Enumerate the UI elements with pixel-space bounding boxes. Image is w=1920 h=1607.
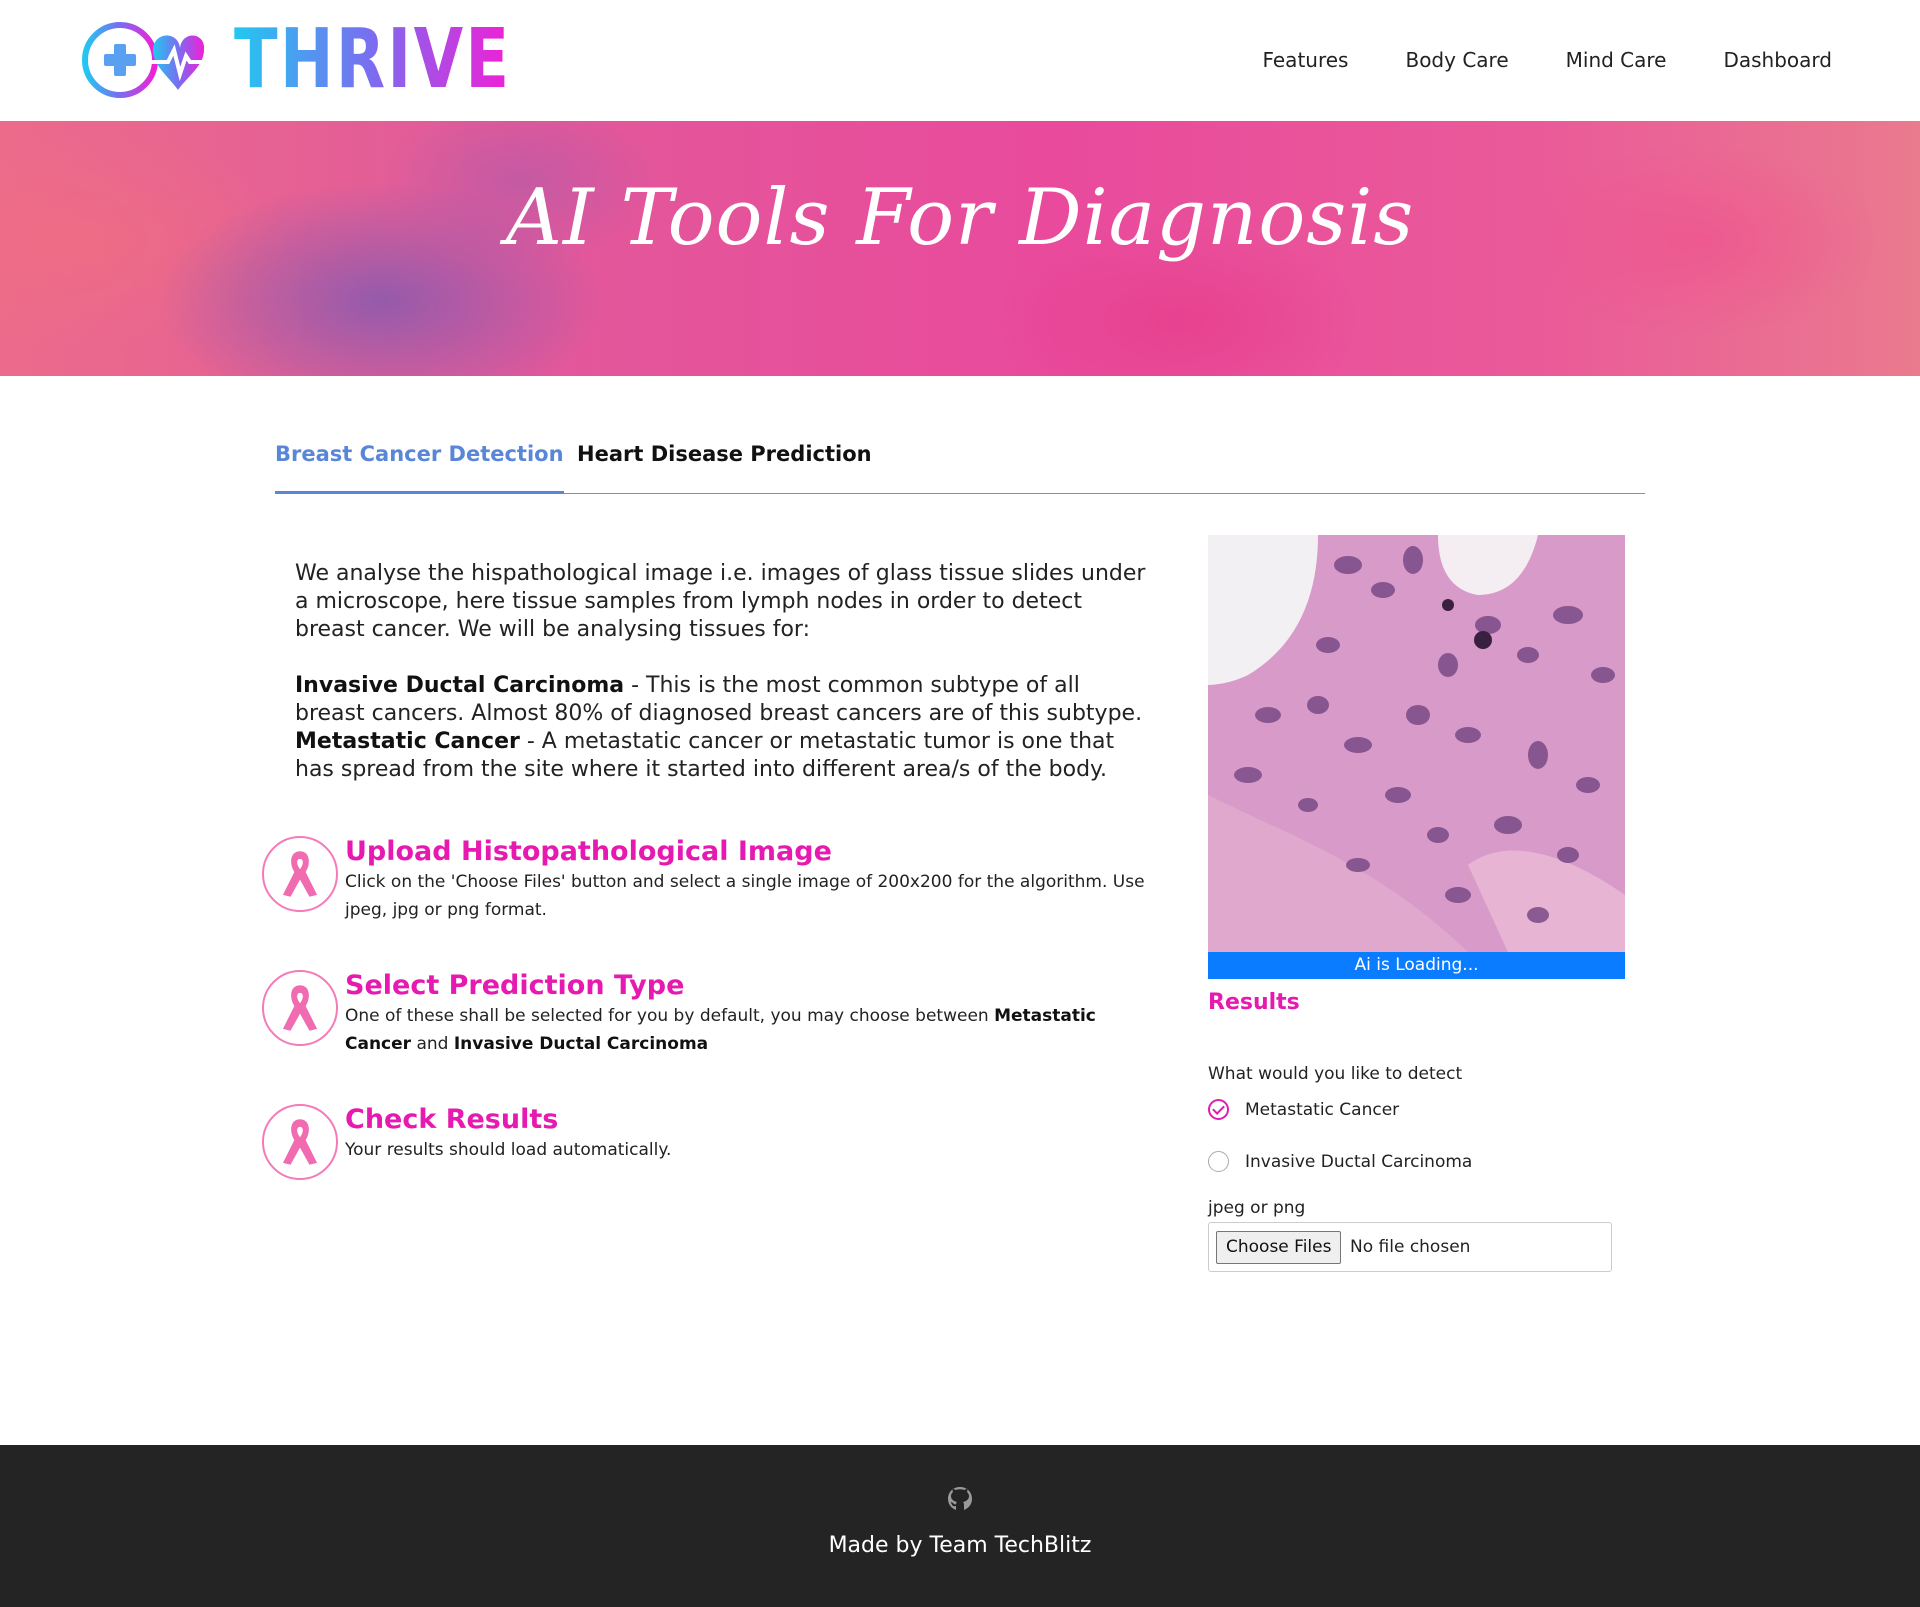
radio-option-idc[interactable]: Invasive Ductal Carcinoma bbox=[1208, 1151, 1472, 1172]
radio-label: Metastatic Cancer bbox=[1245, 1099, 1400, 1120]
brand-logo[interactable]: THRIVE bbox=[80, 12, 590, 107]
step-text: Your results should load automatically. bbox=[345, 1140, 672, 1160]
radio-label: Invasive Ductal Carcinoma bbox=[1245, 1151, 1473, 1172]
detect-question-label: What would you like to detect bbox=[1208, 1064, 1463, 1084]
nav-item-dashboard[interactable]: Dashboard bbox=[1723, 48, 1832, 72]
metastatic-term: Metastatic Cancer bbox=[295, 729, 520, 754]
radio-unchecked-icon[interactable] bbox=[1208, 1151, 1229, 1172]
file-format-hint: jpeg or png bbox=[1208, 1198, 1306, 1218]
step-text: Click on the 'Choose Files' button and s… bbox=[345, 872, 1145, 920]
nav-item-body-care[interactable]: Body Care bbox=[1405, 48, 1508, 72]
nav-item-mind-care[interactable]: Mind Care bbox=[1566, 48, 1667, 72]
idc-term: Invasive Ductal Carcinoma bbox=[295, 673, 625, 698]
ai-loading-bar: Ai is Loading... bbox=[1208, 952, 1625, 979]
pink-ribbon-icon bbox=[262, 970, 338, 1046]
site-header: THRIVE Features Body Care Mind Care Dash… bbox=[0, 0, 1920, 121]
radio-checked-icon[interactable] bbox=[1208, 1099, 1229, 1120]
footer-credit: Made by Team TechBlitz bbox=[828, 1533, 1092, 1558]
step-option-idc: Invasive Ductal Carcinoma bbox=[453, 1034, 709, 1054]
description-block: We analyse the hispathological image i.e… bbox=[295, 560, 1155, 784]
step-text-mid: and bbox=[411, 1034, 454, 1054]
step-title: Select Prediction Type bbox=[345, 970, 685, 1001]
results-heading: Results bbox=[1208, 990, 1300, 1015]
file-status-text: No file chosen bbox=[1350, 1237, 1471, 1257]
tab-bar: Breast Cancer Detection Heart Disease Pr… bbox=[275, 432, 1645, 494]
hero-banner: AI Tools For Diagnosis bbox=[0, 121, 1920, 376]
description-intro: We analyse the hispathological image i.e… bbox=[295, 561, 1146, 642]
page-title: AI Tools For Diagnosis bbox=[505, 173, 1415, 263]
brand-name: THRIVE bbox=[234, 12, 512, 107]
tab-breast-cancer-detection[interactable]: Breast Cancer Detection bbox=[275, 442, 564, 494]
tissue-sample-image bbox=[1208, 535, 1625, 952]
nav-item-features[interactable]: Features bbox=[1262, 48, 1348, 72]
idc-definition: Invasive Ductal Carcinoma - This is the … bbox=[295, 672, 1155, 728]
tab-heart-disease-prediction[interactable]: Heart Disease Prediction bbox=[577, 442, 872, 466]
choose-files-button[interactable]: Choose Files bbox=[1216, 1231, 1342, 1264]
step-title: Upload Histopathological Image bbox=[345, 836, 832, 867]
file-input[interactable]: Choose Files No file chosen bbox=[1208, 1222, 1612, 1272]
site-footer: Made by Team TechBlitz bbox=[0, 1445, 1920, 1607]
step-text-pre: One of these shall be selected for you b… bbox=[345, 1006, 995, 1026]
step-title: Check Results bbox=[345, 1104, 559, 1135]
pink-ribbon-icon bbox=[262, 836, 338, 912]
github-icon[interactable] bbox=[946, 1485, 974, 1513]
metastatic-definition: Metastatic Cancer - A metastatic cancer … bbox=[295, 728, 1155, 784]
step-text: One of these shall be selected for you b… bbox=[345, 1002, 1155, 1058]
heart-medical-plus-logo-icon bbox=[82, 22, 226, 98]
main-nav: Features Body Care Mind Care Dashboard bbox=[1205, 48, 1832, 72]
pink-ribbon-icon bbox=[262, 1104, 338, 1180]
radio-option-metastatic[interactable]: Metastatic Cancer bbox=[1208, 1099, 1399, 1120]
